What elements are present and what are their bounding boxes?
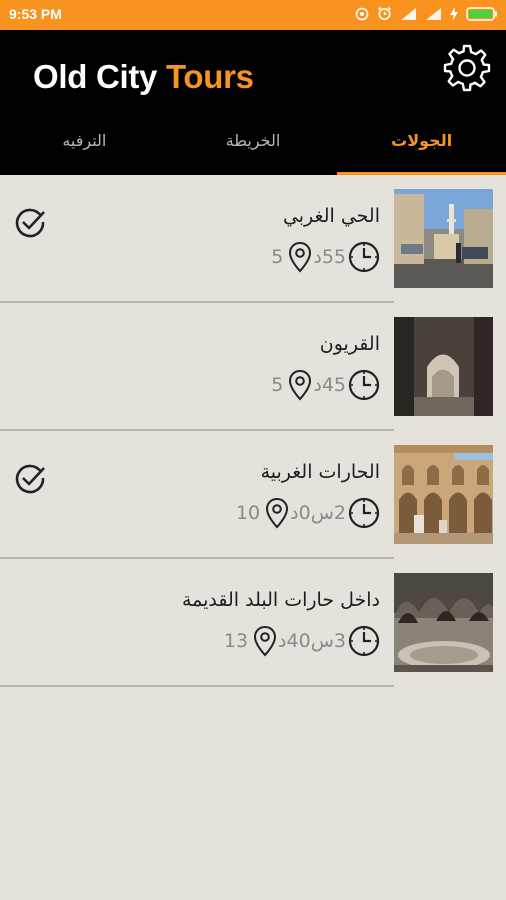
tab-tours[interactable]: الجولات <box>337 123 506 175</box>
duration: 2س0د <box>290 502 346 524</box>
completed-check-icon[interactable] <box>13 461 47 495</box>
location-pin-icon <box>254 625 277 657</box>
battery-icon <box>466 6 497 21</box>
tour-title: الحارات الغربية <box>260 461 380 483</box>
stops-count: 10 <box>235 502 261 524</box>
clock-icon <box>348 625 380 657</box>
tour-row[interactable]: القريون 5 45د <box>0 303 506 431</box>
tour-thumbnail <box>394 189 493 288</box>
tour-title: داخل حارات البلد القديمة <box>181 589 380 611</box>
tour-thumbnail <box>394 445 493 544</box>
tour-meta: 13 3س40د <box>224 625 380 657</box>
stops-count: 5 <box>271 246 284 268</box>
clock-icon <box>348 497 380 529</box>
tour-meta: 10 2س0د <box>236 497 380 529</box>
app-title-part1: Old City <box>33 58 158 95</box>
tour-thumbnail <box>394 317 493 416</box>
app-bar: Old City Tours <box>0 30 506 123</box>
stops-count: 5 <box>271 374 284 396</box>
tab-entertainment[interactable]: الترفيه <box>0 123 169 175</box>
clock-icon <box>348 369 380 401</box>
duration: 45د <box>313 374 346 396</box>
signal-2-icon <box>426 7 441 20</box>
duration: 55د <box>313 246 346 268</box>
completed-check-icon[interactable] <box>13 205 47 239</box>
row-divider <box>0 685 394 687</box>
clock-icon <box>348 241 380 273</box>
tour-list: الحي الغربي 5 55د القريون 5 45د الحارات … <box>0 175 506 687</box>
tour-row[interactable]: الحي الغربي 5 55د <box>0 175 506 303</box>
tour-row[interactable]: الحارات الغربية 10 2س0د <box>0 431 506 559</box>
location-pin-icon <box>289 369 312 401</box>
tab-bar: الترفيه الخريطة الجولات <box>0 123 506 175</box>
status-time: 9:53 PM <box>9 6 62 22</box>
tour-title: القريون <box>319 333 380 355</box>
duration: 3س40د <box>278 630 346 652</box>
app-title-part2: Tours <box>165 58 254 95</box>
location-pin-icon <box>289 241 312 273</box>
settings-gear-icon[interactable] <box>443 44 491 92</box>
tab-map[interactable]: الخريطة <box>169 123 338 175</box>
tour-row[interactable]: داخل حارات البلد القديمة 13 3س40د <box>0 559 506 687</box>
tour-meta: 5 45د <box>271 369 380 401</box>
location-pin-icon <box>266 497 289 529</box>
alarm-icon <box>378 6 391 20</box>
tour-thumbnail <box>394 573 493 672</box>
location-status-icon <box>355 7 369 20</box>
status-bar: 9:53 PM <box>0 0 506 30</box>
stops-count: 13 <box>223 630 249 652</box>
signal-icon <box>401 7 416 20</box>
tour-title: الحي الغربي <box>282 205 380 227</box>
charging-icon <box>450 6 458 21</box>
tour-meta: 5 55د <box>271 241 380 273</box>
app-title: Old City Tours <box>33 58 254 96</box>
